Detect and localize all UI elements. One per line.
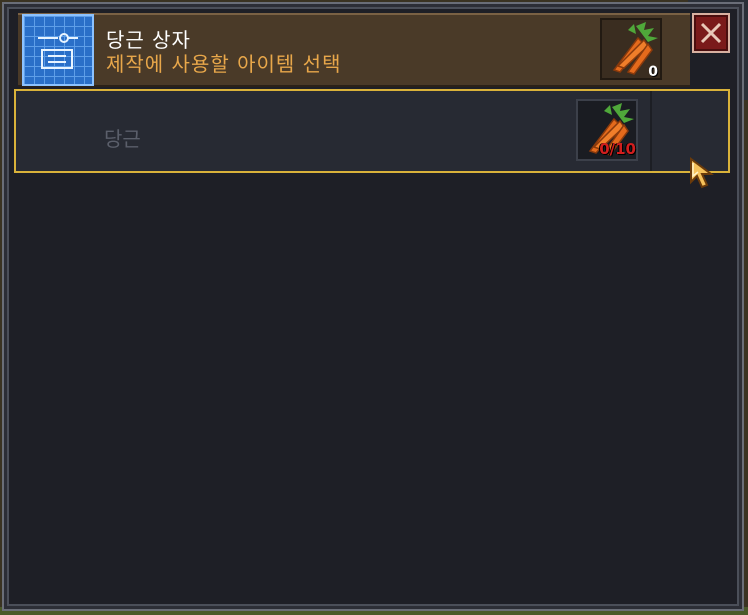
blueprint-icon [22, 14, 94, 86]
ingredient-count: 0/10 [599, 140, 636, 158]
close-button[interactable] [692, 13, 730, 53]
recipe-list-empty-area [14, 176, 730, 598]
mouse-cursor-icon [690, 157, 714, 189]
row-divider [650, 91, 652, 171]
recipe-subtitle: 제작에 사용할 아이템 선택 [106, 52, 342, 76]
recipe-row[interactable]: 당근 0/10 [14, 89, 730, 173]
result-item-slot[interactable]: 0 [600, 18, 662, 80]
ingredient-slot[interactable]: 0/10 [576, 99, 638, 161]
recipe-row-label: 당근 [104, 127, 141, 151]
result-count: 0 [648, 64, 658, 80]
close-x-icon [700, 22, 722, 44]
recipe-title: 당근 상자 [106, 28, 191, 52]
